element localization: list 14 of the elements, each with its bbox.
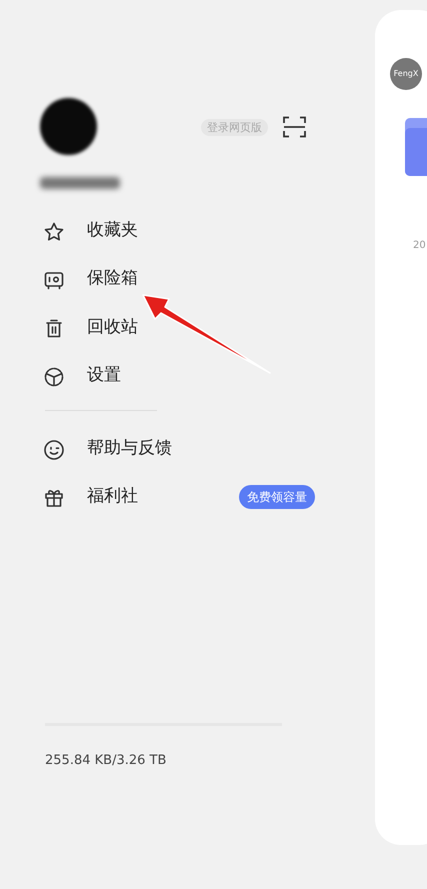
menu-item[interactable]: 帮助与反馈 (40, 424, 315, 472)
scan-icon[interactable] (283, 116, 306, 138)
item-date: 20 (413, 239, 426, 253)
smiley-icon (43, 437, 65, 460)
storage-text: 255.84 KB/3.26 TB (45, 752, 168, 770)
menu-item[interactable]: 保险箱 (40, 254, 315, 303)
gear-icon (43, 364, 65, 387)
menu-item[interactable]: 设置 (40, 352, 315, 400)
menu-item[interactable]: 福利社 免费领容量 (40, 472, 315, 521)
menu-item[interactable]: 回收站 (40, 303, 315, 352)
promo-badge: 免费领容量 (239, 484, 315, 509)
user-avatar: FengX (390, 58, 422, 90)
avatar (40, 98, 97, 155)
menu-item[interactable]: 收藏夹 (40, 206, 315, 254)
